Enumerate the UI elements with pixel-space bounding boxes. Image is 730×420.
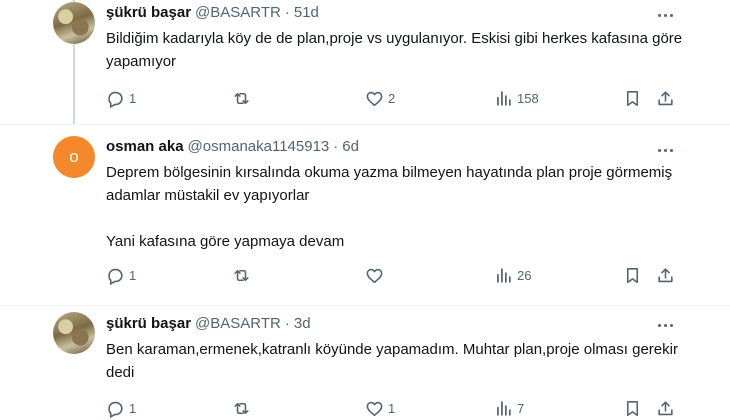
user-handle[interactable]: @osmanaka1145913 bbox=[188, 137, 330, 157]
retweet-icon bbox=[234, 402, 249, 414]
views-button[interactable]: 26 bbox=[494, 265, 531, 285]
retweet-button[interactable] bbox=[232, 398, 255, 418]
tweet-paragraph: Ben karaman,ermenek,katranlı köyünde yap… bbox=[106, 341, 678, 381]
like-icon bbox=[366, 401, 383, 416]
timestamp[interactable]: 6d bbox=[342, 137, 359, 157]
retweet-button[interactable] bbox=[232, 265, 255, 285]
tweet[interactable]: şükrü başar @BASARTR · 51d Bildiğim kada… bbox=[0, 0, 730, 125]
share-button[interactable] bbox=[656, 265, 675, 285]
user-handle[interactable]: @BASARTR bbox=[195, 314, 281, 334]
reply-icon bbox=[108, 401, 123, 418]
bookmark-icon bbox=[626, 90, 639, 106]
bookmark-button[interactable] bbox=[623, 398, 642, 418]
views-count: 158 bbox=[517, 90, 539, 106]
retweet-icon bbox=[234, 92, 249, 104]
share-icon bbox=[658, 400, 673, 415]
share-button[interactable] bbox=[656, 88, 675, 108]
bookmark-icon bbox=[626, 400, 639, 416]
tweet-text: Bildiğim kadarıyla köy de de plan,proje … bbox=[106, 27, 690, 73]
like-button[interactable]: 2 bbox=[365, 88, 395, 108]
separator-dot: · bbox=[284, 4, 290, 21]
reply-button[interactable]: 1 bbox=[106, 88, 136, 108]
views-icon bbox=[497, 267, 511, 283]
retweet-icon bbox=[234, 269, 249, 281]
tweet-paragraph: Yani kafasına göre yapmaya devam bbox=[106, 233, 345, 250]
bookmark-button[interactable] bbox=[623, 88, 642, 108]
tweet-text: Ben karaman,ermenek,katranlı köyünde yap… bbox=[106, 338, 690, 384]
tweet-paragraph: Bildiğim kadarıyla köy de de plan,proje … bbox=[106, 30, 683, 70]
more-icon[interactable] bbox=[656, 6, 674, 24]
views-button[interactable]: 158 bbox=[494, 88, 539, 108]
reply-icon bbox=[108, 91, 123, 108]
user-name[interactable]: şükrü başar bbox=[106, 3, 191, 23]
tweet-text: Deprem bölgesinin kırsalında okuma yazma… bbox=[106, 161, 690, 253]
avatar[interactable]: o bbox=[53, 136, 95, 178]
avatar[interactable] bbox=[53, 2, 95, 44]
user-name[interactable]: osman aka bbox=[106, 137, 184, 157]
timestamp[interactable]: 3d bbox=[294, 314, 311, 334]
bookmark-button[interactable] bbox=[623, 265, 642, 285]
bookmark-icon bbox=[626, 267, 639, 283]
like-icon bbox=[366, 91, 383, 106]
like-count: 1 bbox=[388, 400, 396, 416]
reply-icon bbox=[108, 268, 123, 285]
views-count: 26 bbox=[517, 267, 532, 283]
like-button[interactable] bbox=[365, 265, 388, 285]
separator-dot: · bbox=[284, 315, 290, 332]
user-handle[interactable]: @BASARTR bbox=[195, 3, 281, 23]
like-icon bbox=[366, 268, 383, 283]
share-icon bbox=[658, 90, 673, 105]
reply-button[interactable]: 1 bbox=[106, 398, 136, 418]
tweet[interactable]: şükrü başar @BASARTR · 3d Ben karaman,er… bbox=[0, 306, 730, 420]
tweet-paragraph: Deprem bölgesinin kırsalında okuma yazma… bbox=[106, 164, 673, 204]
thread-connector bbox=[73, 44, 75, 124]
views-icon bbox=[497, 400, 511, 416]
reply-count: 1 bbox=[129, 90, 137, 106]
timestamp[interactable]: 51d bbox=[294, 3, 319, 23]
reply-button[interactable]: 1 bbox=[106, 265, 136, 285]
views-count: 7 bbox=[517, 400, 525, 416]
views-button[interactable]: 7 bbox=[494, 398, 524, 418]
views-icon bbox=[497, 90, 511, 106]
user-name[interactable]: şükrü başar bbox=[106, 314, 191, 334]
avatar[interactable] bbox=[53, 312, 95, 354]
avatar-letter: o bbox=[69, 147, 79, 166]
reply-count: 1 bbox=[129, 400, 137, 416]
share-icon bbox=[658, 267, 673, 282]
reply-count: 1 bbox=[129, 267, 137, 283]
tweet[interactable]: o osman aka @osmanaka1145913 · 6d Deprem… bbox=[0, 125, 730, 305]
like-count: 2 bbox=[388, 90, 396, 106]
more-icon[interactable] bbox=[656, 316, 674, 334]
retweet-button[interactable] bbox=[232, 88, 255, 108]
separator-dot: · bbox=[333, 138, 339, 155]
share-button[interactable] bbox=[656, 398, 675, 418]
more-icon[interactable] bbox=[656, 141, 674, 159]
like-button[interactable]: 1 bbox=[365, 398, 395, 418]
